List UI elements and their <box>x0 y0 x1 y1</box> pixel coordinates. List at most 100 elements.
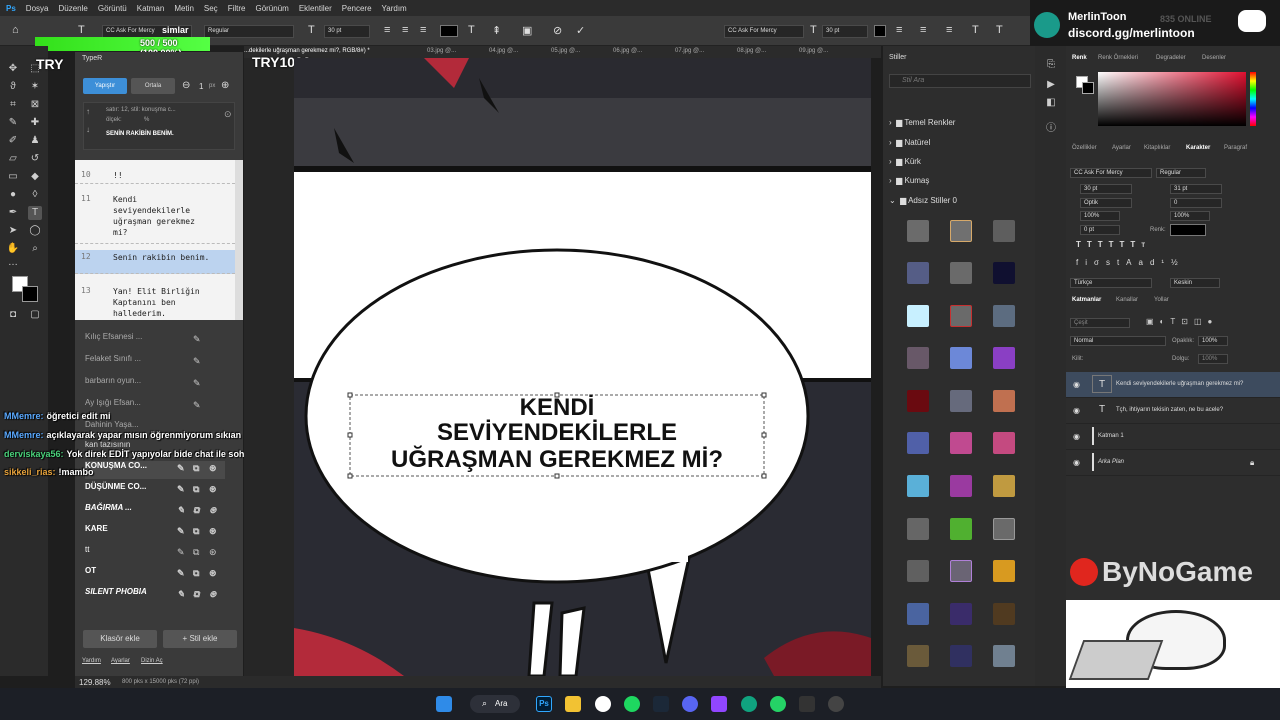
style-swatch[interactable] <box>950 305 972 327</box>
menu-item-help[interactable]: Yardım <box>382 4 407 13</box>
brush-tool-icon[interactable]: ✐ <box>6 134 20 148</box>
style-swatch[interactable] <box>907 220 929 242</box>
help-link[interactable]: Yardım <box>82 658 101 664</box>
canvas-scrollbar[interactable] <box>871 58 881 676</box>
align-center-icon[interactable]: ≡ <box>402 24 408 36</box>
whatsapp-icon[interactable] <box>770 696 786 712</box>
font-style-select[interactable]: Regular <box>204 25 294 38</box>
menu-item-type[interactable]: Metin <box>174 4 194 13</box>
style-swatch[interactable] <box>907 560 929 582</box>
lock-icon[interactable]: 🔒︎ <box>1250 458 1254 468</box>
right-color-swatch[interactable] <box>874 25 886 37</box>
opentype-toggles[interactable]: fiσstAad¹½ <box>1076 258 1185 267</box>
steam-icon[interactable] <box>653 696 669 712</box>
selection-handle[interactable] <box>554 473 560 479</box>
style-swatch[interactable] <box>993 645 1015 667</box>
style-item[interactable]: DÜŞÜNME CO... ✎ ⧉ ⊛ <box>85 482 225 500</box>
tab-gradients[interactable]: Degradeler <box>1156 55 1186 61</box>
style-group-untitled[interactable]: ⌄ ▆ Adsız Stiller 0 <box>889 196 957 205</box>
style-swatch[interactable] <box>950 347 972 369</box>
heal-tool-icon[interactable]: ✚ <box>28 116 42 130</box>
decrement-icon[interactable]: ⊖ <box>182 80 190 91</box>
char-baseline-field[interactable]: 0 pt <box>1080 225 1120 235</box>
apply-style-icon[interactable]: ⊛ <box>209 568 217 579</box>
fill-field[interactable]: 100% <box>1198 354 1228 364</box>
feather-app-icon[interactable] <box>711 696 727 712</box>
duplicate-icon[interactable]: ⧉ <box>193 568 199 579</box>
frame-tool-icon[interactable]: ⊠ <box>28 98 42 112</box>
style-swatch[interactable] <box>993 475 1015 497</box>
style-swatch[interactable] <box>907 603 929 625</box>
style-group-fabric[interactable]: › ▆ Kumaş <box>889 176 929 185</box>
controller-app-icon[interactable] <box>799 696 815 712</box>
list-item[interactable]: 11 Kendi seviyendekilerle uğraşman gerek… <box>75 190 235 244</box>
info-panel-icon[interactable]: ⓘ <box>1044 122 1058 136</box>
style-item[interactable]: BAĞIRMA ... ✎ ⧉ ⊛ <box>85 503 225 521</box>
3d-icon[interactable]: ▣ <box>522 24 532 37</box>
style-item[interactable]: SILENT PHOBIA ✎ ⧉ ⊛ <box>85 587 225 605</box>
layer-row[interactable]: ◉ T Tçh, ihtiyarın tekisin zaten, ne bu … <box>1066 398 1280 424</box>
selection-handle[interactable] <box>347 392 353 398</box>
apply-button[interactable]: Yapıştır <box>83 78 127 94</box>
duplicate-icon[interactable]: ⧉ <box>193 589 199 600</box>
tab-adjustments[interactable]: Ayarlar <box>1112 145 1131 151</box>
styles-search-input[interactable]: Stil Ara <box>889 74 1031 88</box>
tab-document[interactable]: 07.jpg @... <box>675 48 704 54</box>
style-swatch[interactable] <box>950 518 972 540</box>
canvas[interactable]: KENDİ SEVİYENDEKİLERLE UĞRAŞMAN GEREKMEZ… <box>294 58 871 676</box>
style-folder[interactable]: barbarın oyun... ✎ <box>85 376 225 394</box>
style-swatch[interactable] <box>993 390 1015 412</box>
style-swatch[interactable] <box>993 603 1015 625</box>
apply-style-icon[interactable]: ⊛ <box>209 505 217 516</box>
apply-style-icon[interactable]: ⊛ <box>209 463 217 474</box>
warp-text-icon[interactable]: T <box>468 24 475 36</box>
commit-icon[interactable]: ✓ <box>576 24 585 37</box>
tab-libraries[interactable]: Kitaplıklar <box>1144 145 1170 151</box>
tab-document[interactable]: 08.jpg @... <box>737 48 766 54</box>
style-group-fur[interactable]: › ▆ Kürk <box>889 157 921 166</box>
list-item-selected[interactable]: 12 Senin rakibin benim. <box>75 250 235 274</box>
edit-icon[interactable]: ✎ <box>193 356 201 367</box>
style-swatch[interactable] <box>907 305 929 327</box>
photoshop-taskbar-icon[interactable]: Ps <box>536 696 552 712</box>
char-tracking-field[interactable]: 0 <box>1170 198 1222 208</box>
hue-slider[interactable] <box>1250 72 1256 126</box>
style-swatch[interactable] <box>907 475 929 497</box>
edit-icon[interactable]: ✎ <box>177 526 185 537</box>
edit-icon[interactable]: ✎ <box>193 334 201 345</box>
bg-color-chip[interactable] <box>1082 82 1094 94</box>
selection-handle[interactable] <box>761 392 767 398</box>
move-tool-icon[interactable]: ✥ <box>6 62 20 76</box>
chatgpt-icon[interactable] <box>741 696 757 712</box>
type-tool-icon[interactable]: T <box>28 206 42 220</box>
eye-icon[interactable]: ◉ <box>1073 380 1080 389</box>
style-item[interactable]: KARE ✎ ⧉ ⊛ <box>85 524 225 542</box>
taskbar-search[interactable]: ⌕ Ara <box>470 695 520 713</box>
right-align-center-icon[interactable]: ≡ <box>920 24 926 36</box>
antialias-select[interactable]: Keskin <box>1170 278 1220 288</box>
pen-tool-icon[interactable]: ✒ <box>6 206 20 220</box>
menu-item-view[interactable]: Görünüm <box>255 4 288 13</box>
sharpen-tool-icon[interactable]: ◊ <box>28 188 42 202</box>
quick-mask-icon[interactable]: ◘ <box>6 308 20 322</box>
tab-document[interactable]: 03.jpg @... <box>427 48 456 54</box>
tab-paragraph[interactable]: Paragraf <box>1224 145 1247 151</box>
tab-paths[interactable]: Yollar <box>1154 297 1169 303</box>
char-kerning-field[interactable]: Optik <box>1080 198 1132 208</box>
duplicate-icon[interactable]: ⧉ <box>193 463 199 474</box>
browser-icon[interactable] <box>595 696 611 712</box>
tab-patterns[interactable]: Desenler <box>1202 55 1226 61</box>
spotify-icon[interactable] <box>624 696 640 712</box>
layer-row[interactable]: ◉ Katman 1 <box>1066 424 1280 450</box>
selection-handle[interactable] <box>761 473 767 479</box>
layer-comps-icon[interactable]: ◧ <box>1044 96 1058 110</box>
edit-icon[interactable]: ✎ <box>177 568 185 579</box>
line-list[interactable]: 10 !! 11 Kendi seviyendekilerle uğraşman… <box>75 160 235 320</box>
menu-item-select[interactable]: Seç <box>204 4 218 13</box>
right-align-right-icon[interactable]: ≡ <box>946 24 952 36</box>
style-swatch[interactable] <box>950 262 972 284</box>
counter-value[interactable]: 1 <box>199 82 203 91</box>
tab-properties[interactable]: Özellikler <box>1072 145 1097 151</box>
history-panel-icon[interactable]: ⎘ <box>1044 58 1058 72</box>
style-swatch[interactable] <box>993 432 1015 454</box>
